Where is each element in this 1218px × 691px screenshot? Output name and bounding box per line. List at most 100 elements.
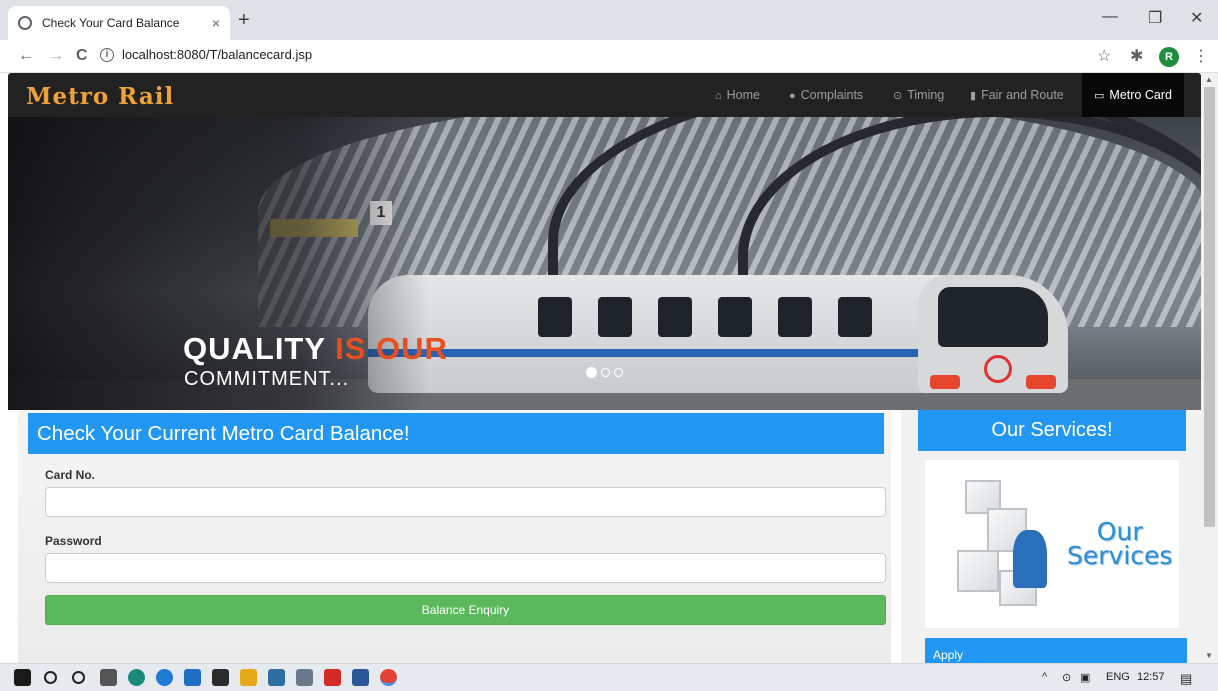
window-close-button[interactable]: ✕ (1190, 8, 1203, 28)
cortana-icon[interactable] (72, 671, 85, 684)
site-navbar: Metro Rail ⌂ Home ● Complaints ⊙ Timing ▮ Fa… (8, 73, 1201, 117)
edge-icon[interactable] (128, 669, 145, 686)
carousel-dot[interactable] (614, 368, 623, 377)
nav-home-label: Home (726, 88, 760, 102)
url-text: localhost:8080/T/balancecard.jsp (122, 47, 313, 62)
clock-icon: ⊙ (893, 90, 903, 102)
app-icon[interactable] (296, 669, 313, 686)
profile-avatar[interactable]: R (1159, 47, 1179, 67)
store-icon[interactable] (212, 669, 229, 686)
reload-button[interactable]: C (76, 47, 88, 65)
carousel-indicators (586, 367, 623, 378)
word-icon[interactable] (352, 669, 369, 686)
page-viewport: Metro Rail ⌂ Home ● Complaints ⊙ Timing ▮ Fa… (8, 73, 1201, 663)
card-number-input[interactable] (45, 487, 886, 517)
notifications-icon[interactable]: ▤ (1180, 671, 1192, 687)
globe-icon (18, 16, 32, 30)
search-icon[interactable] (44, 671, 57, 684)
scrollbar-thumb[interactable] (1204, 87, 1215, 527)
scroll-up-icon[interactable]: ▲ (1205, 75, 1213, 84)
nav-complaints-label: Complaints (800, 88, 864, 102)
forward-button[interactable]: → (48, 47, 64, 65)
app-icon[interactable] (268, 669, 285, 686)
os-taskbar: ^ ⊙ ▣ ENG 12:57 ▤ (0, 663, 1218, 691)
balance-enquiry-button[interactable]: Balance Enquiry (45, 595, 886, 625)
services-image-text: Our Services (1067, 519, 1173, 570)
chrome-icon[interactable] (380, 669, 397, 686)
nav-fair-and-route-label: Fair and Route (981, 88, 1064, 102)
apply-link[interactable]: Apply (925, 638, 1187, 663)
comment-icon: ● (789, 90, 796, 102)
card-number-label: Card No. (45, 468, 96, 482)
nav-metro-card-label: Metro Card (1109, 88, 1172, 102)
person-figure-graphic (1013, 530, 1047, 588)
nav-timing-label: Timing (907, 88, 945, 102)
hero-caption-quality: QUALITY (183, 331, 326, 366)
site-brand[interactable]: Metro Rail (26, 83, 174, 110)
content-area: Check Your Current Metro Card Balance! C… (8, 410, 1201, 663)
volume-icon[interactable]: ▣ (1080, 671, 1090, 684)
hero-carousel[interactable]: 1 QUALITY IS OUR COMMITMENT... (8, 117, 1201, 410)
form-heading: Check Your Current Metro Card Balance! (28, 413, 884, 454)
metro-logo-icon (984, 355, 1012, 383)
minimize-button[interactable]: — (1102, 8, 1118, 26)
new-tab-button[interactable]: + (238, 10, 250, 30)
balance-form-panel: Check Your Current Metro Card Balance! C… (18, 410, 891, 663)
acrobat-icon[interactable] (324, 669, 341, 686)
browser-tab-strip: Check Your Card Balance × + — ❐ ✕ (0, 0, 1218, 40)
services-image: Our Services (925, 460, 1179, 628)
bookmark-star-icon[interactable]: ☆ (1097, 46, 1111, 66)
puzzle-piece-graphic (957, 550, 999, 592)
train-window (838, 297, 872, 337)
browser-app-icon[interactable] (156, 669, 173, 686)
task-view-icon[interactable] (100, 669, 117, 686)
train-headlight (1026, 375, 1056, 389)
home-icon: ⌂ (715, 90, 722, 102)
nav-home[interactable]: ⌂ Home (715, 73, 760, 117)
language-indicator[interactable]: ENG (1106, 671, 1130, 683)
train-window (718, 297, 752, 337)
services-heading: Our Services! (918, 410, 1186, 451)
train-window (658, 297, 692, 337)
tray-expand-icon[interactable]: ^ (1042, 671, 1047, 683)
credit-card-icon: ▭ (1094, 90, 1105, 102)
file-explorer-icon[interactable] (240, 669, 257, 686)
nav-metro-card[interactable]: ▭ Metro Card (1082, 73, 1184, 117)
back-button[interactable]: ← (18, 47, 34, 65)
address-bar[interactable]: i localhost:8080/T/balancecard.jsp (100, 47, 312, 62)
train-window (538, 297, 572, 337)
hero-caption-headline: QUALITY IS OUR (183, 331, 448, 367)
scroll-down-icon[interactable]: ▼ (1205, 651, 1213, 660)
info-icon[interactable]: i (100, 47, 114, 62)
train-window (778, 297, 812, 337)
clock-text[interactable]: 12:57 (1137, 671, 1165, 683)
train-windshield (938, 287, 1048, 347)
browser-menu-icon[interactable]: ⋮ (1193, 46, 1209, 66)
browser-tab[interactable]: Check Your Card Balance × (8, 6, 230, 40)
mail-icon[interactable] (184, 669, 201, 686)
train-nose (918, 275, 1068, 393)
services-image-text-services: Services (1067, 541, 1173, 570)
train-headlight (930, 375, 960, 389)
hero-caption-is-our: IS OUR (335, 331, 448, 366)
password-label: Password (45, 534, 102, 548)
nav-timing[interactable]: ⊙ Timing (893, 73, 944, 117)
page-scrollbar[interactable]: ▲ ▼ (1201, 73, 1218, 663)
map-icon: ▮ (970, 90, 977, 102)
password-input[interactable] (45, 553, 886, 583)
hero-caption-commitment: COMMITMENT... (184, 368, 350, 390)
windows-start-icon[interactable] (14, 669, 31, 686)
carousel-dot[interactable] (586, 367, 597, 378)
tab-close-icon[interactable]: × (212, 15, 220, 31)
tab-title: Check Your Card Balance (42, 16, 180, 30)
metro-train-graphic (368, 275, 1068, 393)
extensions-icon[interactable]: ✱ (1130, 46, 1143, 66)
restore-button[interactable]: ❐ (1148, 8, 1162, 28)
nav-fair-and-route[interactable]: ▮ Fair and Route (970, 73, 1064, 117)
network-icon[interactable]: ⊙ (1062, 671, 1071, 684)
nav-complaints[interactable]: ● Complaints (789, 73, 863, 117)
carousel-dot[interactable] (601, 368, 610, 377)
services-sidebar: Our Services! Our Services Apply (901, 410, 1201, 663)
browser-toolbar: ← → C i localhost:8080/T/balancecard.jsp… (0, 40, 1218, 73)
train-window (598, 297, 632, 337)
